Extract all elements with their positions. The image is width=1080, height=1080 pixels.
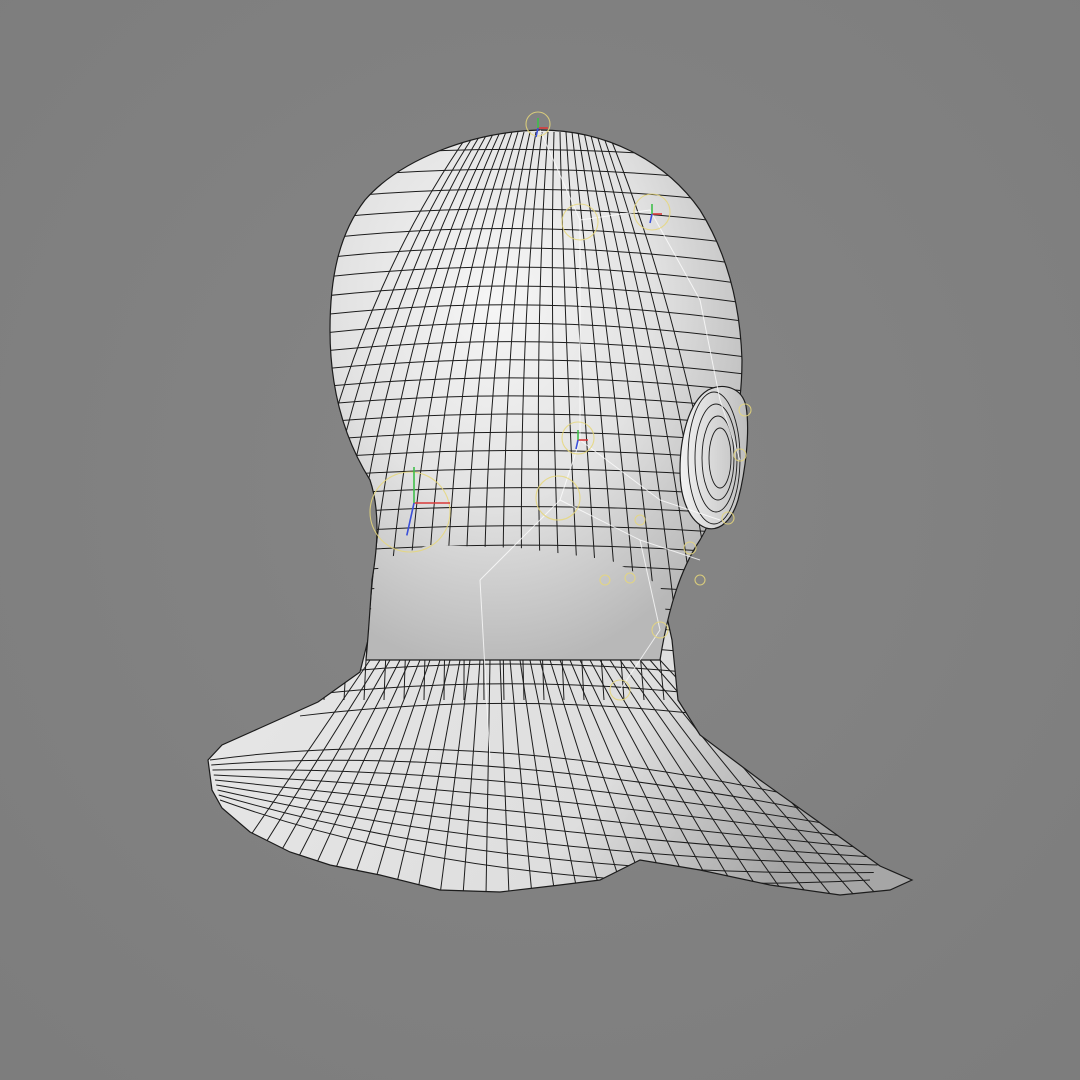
3d-viewport[interactable] [0,0,1080,1080]
viewport-canvas[interactable] [0,0,1080,1080]
